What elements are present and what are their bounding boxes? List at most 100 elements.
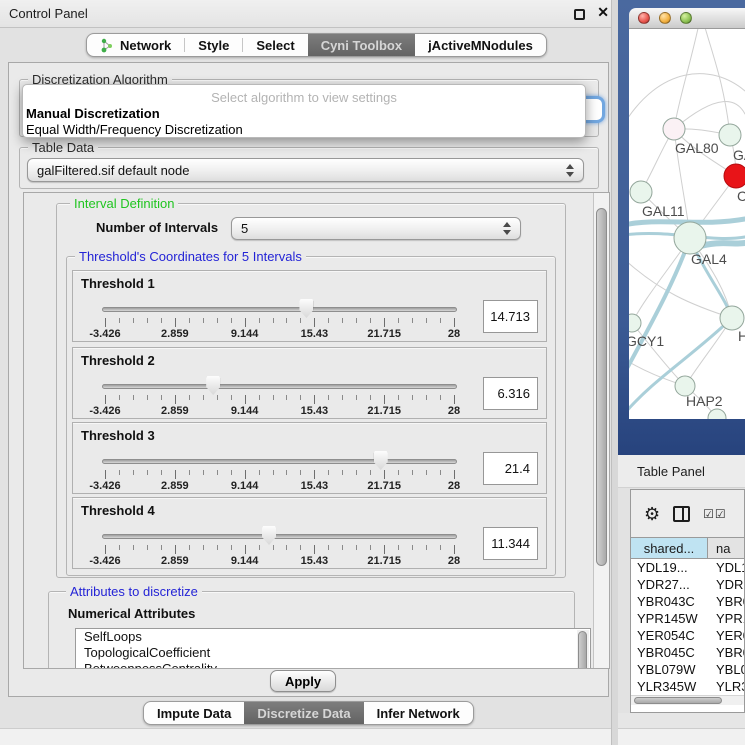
table-horizontal-scrollbar[interactable] <box>631 695 744 705</box>
tab-style[interactable]: Style <box>185 34 242 56</box>
slider-track[interactable] <box>102 534 457 539</box>
window-zoom-icon[interactable] <box>680 12 692 24</box>
columns-icon[interactable] <box>673 506 690 522</box>
network-window-titlebar[interactable] <box>629 8 745 29</box>
attribute-list-item[interactable]: SelfLoops <box>76 629 590 645</box>
table-row[interactable]: YBL079WYBL0 <box>631 661 745 678</box>
slider-tick <box>273 545 274 550</box>
tab-select[interactable]: Select <box>243 34 307 56</box>
control-panel-titlebar: Control Panel ✕ <box>0 0 617 28</box>
column-header-shared-name[interactable]: shared... <box>631 538 708 558</box>
slider-thumb[interactable] <box>262 526 276 545</box>
number-of-intervals-combobox[interactable]: 5 <box>231 217 521 240</box>
tab-infer-network[interactable]: Infer Network <box>364 702 473 724</box>
tab-style-label: Style <box>198 38 229 53</box>
tab-discretize-data[interactable]: Discretize Data <box>244 702 363 724</box>
network-node[interactable] <box>719 124 741 146</box>
window-minimize-icon[interactable] <box>659 12 671 24</box>
tab-impute-data[interactable]: Impute Data <box>144 702 244 724</box>
slider-tick <box>105 545 106 554</box>
network-node[interactable] <box>630 181 652 203</box>
table-row[interactable]: YLR345WYLR3 <box>631 678 745 695</box>
threshold-4-slider[interactable]: -3.4262.8599.14415.4321.71528 <box>102 526 457 568</box>
window-close-icon[interactable] <box>638 12 650 24</box>
table-row[interactable]: YBR043CYBR0 <box>631 593 745 610</box>
slider-tick-label: 15.43 <box>301 480 329 492</box>
table-data-group: Table Data galFiltered.sif default node <box>19 147 599 189</box>
network-node[interactable] <box>674 222 706 254</box>
interval-definition-group: Interval Definition Number of Intervals … <box>56 203 566 578</box>
interval-definition-group-label: Interval Definition <box>70 196 178 211</box>
slider-thumb[interactable] <box>299 299 313 318</box>
table-row[interactable]: YDR27...YDR2 <box>631 576 745 593</box>
dropdown-option-manual-discretization[interactable]: Manual Discretization <box>26 106 160 121</box>
threshold-4-value-field[interactable]: 11.344 <box>483 527 538 560</box>
attribute-list-scrollbar-thumb[interactable] <box>578 631 587 669</box>
checkbox-filter-icons[interactable]: ☑☑ <box>703 507 727 521</box>
table-panel-titlebar: Table Panel <box>618 455 745 488</box>
table-row[interactable]: YPR145WYPR1 <box>631 610 745 627</box>
attribute-list-scrollbar[interactable] <box>577 630 589 669</box>
network-node[interactable] <box>720 306 744 330</box>
slider-tick <box>189 318 190 323</box>
network-node-label: GCY1 <box>629 333 664 349</box>
threshold-2-box: Threshold 2 -3.4262.8599.14415.4321.7152… <box>72 347 547 419</box>
dropdown-option-equal-width-frequency[interactable]: Equal Width/Frequency Discretization <box>26 122 243 137</box>
slider-tick-label: -3.426 <box>89 328 120 340</box>
network-node[interactable] <box>663 118 685 140</box>
slider-thumb[interactable] <box>206 376 220 395</box>
attribute-list-item[interactable]: TopologicalCoefficient <box>76 645 590 661</box>
gear-icon[interactable]: ⚙ <box>644 505 660 523</box>
slider-thumb[interactable] <box>374 451 388 470</box>
slider-tick <box>328 395 329 400</box>
slider-tick <box>133 470 134 475</box>
slider-track[interactable] <box>102 459 457 464</box>
network-node[interactable] <box>629 314 641 332</box>
column-header-name[interactable]: na <box>708 538 745 558</box>
table-row[interactable]: YBR045CYBR0 <box>631 644 745 661</box>
settings-scrollbar-thumb[interactable] <box>596 208 607 566</box>
settings-vertical-scrollbar[interactable] <box>593 193 609 668</box>
table-cell: YPR1 <box>708 610 745 627</box>
network-edge[interactable] <box>704 29 730 135</box>
slider-tick <box>217 395 218 400</box>
slider-tick-label: 15.43 <box>301 328 329 340</box>
panel-divider[interactable] <box>611 0 618 745</box>
slider-tick <box>231 545 232 550</box>
numerical-attributes-list[interactable]: SelfLoopsTopologicalCoefficientBetweenne… <box>75 628 591 669</box>
float-window-icon[interactable] <box>574 9 585 20</box>
close-icon[interactable]: ✕ <box>597 4 609 21</box>
tab-cyni-toolbox-label: Cyni Toolbox <box>321 38 402 53</box>
slider-tick-label: 2.859 <box>161 405 189 417</box>
threshold-1-value-field[interactable]: 14.713 <box>483 300 538 333</box>
network-edge[interactable] <box>674 29 699 129</box>
table-cell: YDL19... <box>631 559 708 576</box>
table-data-combobox[interactable]: galFiltered.sif default node <box>27 158 584 182</box>
slider-tick <box>161 545 162 550</box>
thresholds-group-label: Threshold's Coordinates for 5 Intervals <box>75 249 306 264</box>
slider-tick <box>342 395 343 400</box>
slider-tick <box>175 545 176 554</box>
threshold-2-slider[interactable]: -3.4262.8599.14415.4321.71528 <box>102 376 457 418</box>
network-node[interactable] <box>724 164 745 188</box>
slider-tick-label: 9.144 <box>231 555 259 567</box>
tab-cyni-toolbox[interactable]: Cyni Toolbox <box>308 34 415 56</box>
table-hscrollbar-thumb[interactable] <box>634 697 722 704</box>
table-row[interactable]: YDL19...YDL1 <box>631 559 745 576</box>
threshold-2-value-field[interactable]: 6.316 <box>483 377 538 410</box>
table-row[interactable]: YER054CYER0 <box>631 627 745 644</box>
slider-track[interactable] <box>102 384 457 389</box>
apply-button[interactable]: Apply <box>270 670 336 692</box>
threshold-3-slider[interactable]: -3.4262.8599.14415.4321.71528 <box>102 451 457 493</box>
slider-tick <box>273 470 274 475</box>
slider-track[interactable] <box>102 307 457 312</box>
network-view-canvas[interactable]: GAL80GACGAL11GAL4GCY1HHAP2 <box>629 29 745 419</box>
attribute-list-item[interactable]: BetweennessCentrality <box>76 661 590 669</box>
tab-network[interactable]: Network <box>87 34 184 56</box>
tab-jactivemnodules[interactable]: jActiveMNodules <box>415 34 546 56</box>
network-edge[interactable] <box>629 238 690 374</box>
threshold-3-value-field[interactable]: 21.4 <box>483 452 538 485</box>
slider-tick <box>370 470 371 475</box>
slider-tick <box>384 545 385 554</box>
threshold-1-slider[interactable]: -3.4262.8599.14415.4321.71528 <box>102 299 457 341</box>
